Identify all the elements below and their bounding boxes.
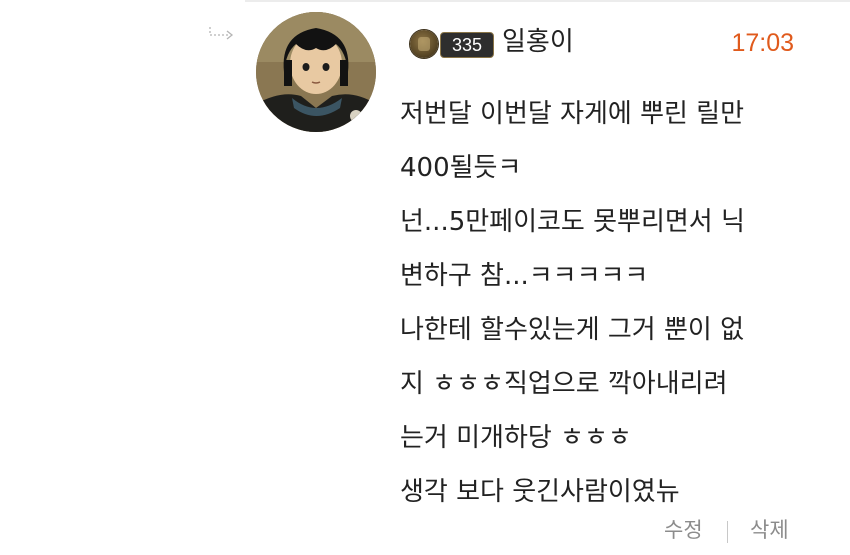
- comment-line: 생각 보다 웃긴사람이였뉴: [400, 477, 680, 507]
- comment-line: 지 ㅎㅎㅎ직업으로 깍아내리려: [400, 369, 728, 399]
- avatar-image: [256, 12, 376, 132]
- comment-line: 는거 미개하당 ㅎㅎㅎ: [400, 423, 632, 453]
- reply-arrow-icon: [209, 27, 234, 40]
- author-name[interactable]: 일홍이: [502, 24, 574, 60]
- comment-line: 변하구 참...ㅋㅋㅋㅋㅋ: [400, 261, 649, 291]
- delete-button[interactable]: 삭제: [750, 512, 789, 548]
- level-badge-emblem-icon: [410, 30, 438, 58]
- level-number: 335: [440, 32, 494, 58]
- avatar[interactable]: [256, 12, 376, 132]
- comment-divider: [245, 0, 850, 2]
- comment-line: 넌...5만페이코도 못뿌리면서 닉: [400, 207, 745, 237]
- action-separator: [727, 521, 728, 543]
- comment-line: 저번달 이번달 자게에 뿌린 릴만: [400, 99, 745, 129]
- comment-page: 335 일홍이 17:03 저번달 이번달 자게에 뿌린 릴만 400될듯ㅋ 넌…: [0, 0, 850, 555]
- comment-body: 저번달 이번달 자게에 뿌린 릴만 400될듯ㅋ 넌...5만페이코도 못뿌리면…: [400, 87, 820, 519]
- comment-header: 335 일홍이 17:03: [410, 26, 800, 62]
- comment-actions: 수정 삭제: [620, 512, 800, 548]
- edit-button[interactable]: 수정: [664, 512, 703, 548]
- level-badge: 335: [410, 30, 494, 58]
- comment-line: 400될듯ㅋ: [400, 153, 522, 183]
- comment-time: 17:03: [731, 29, 794, 57]
- comment-line: 나한테 할수있는게 그거 뿐이 없: [400, 315, 745, 345]
